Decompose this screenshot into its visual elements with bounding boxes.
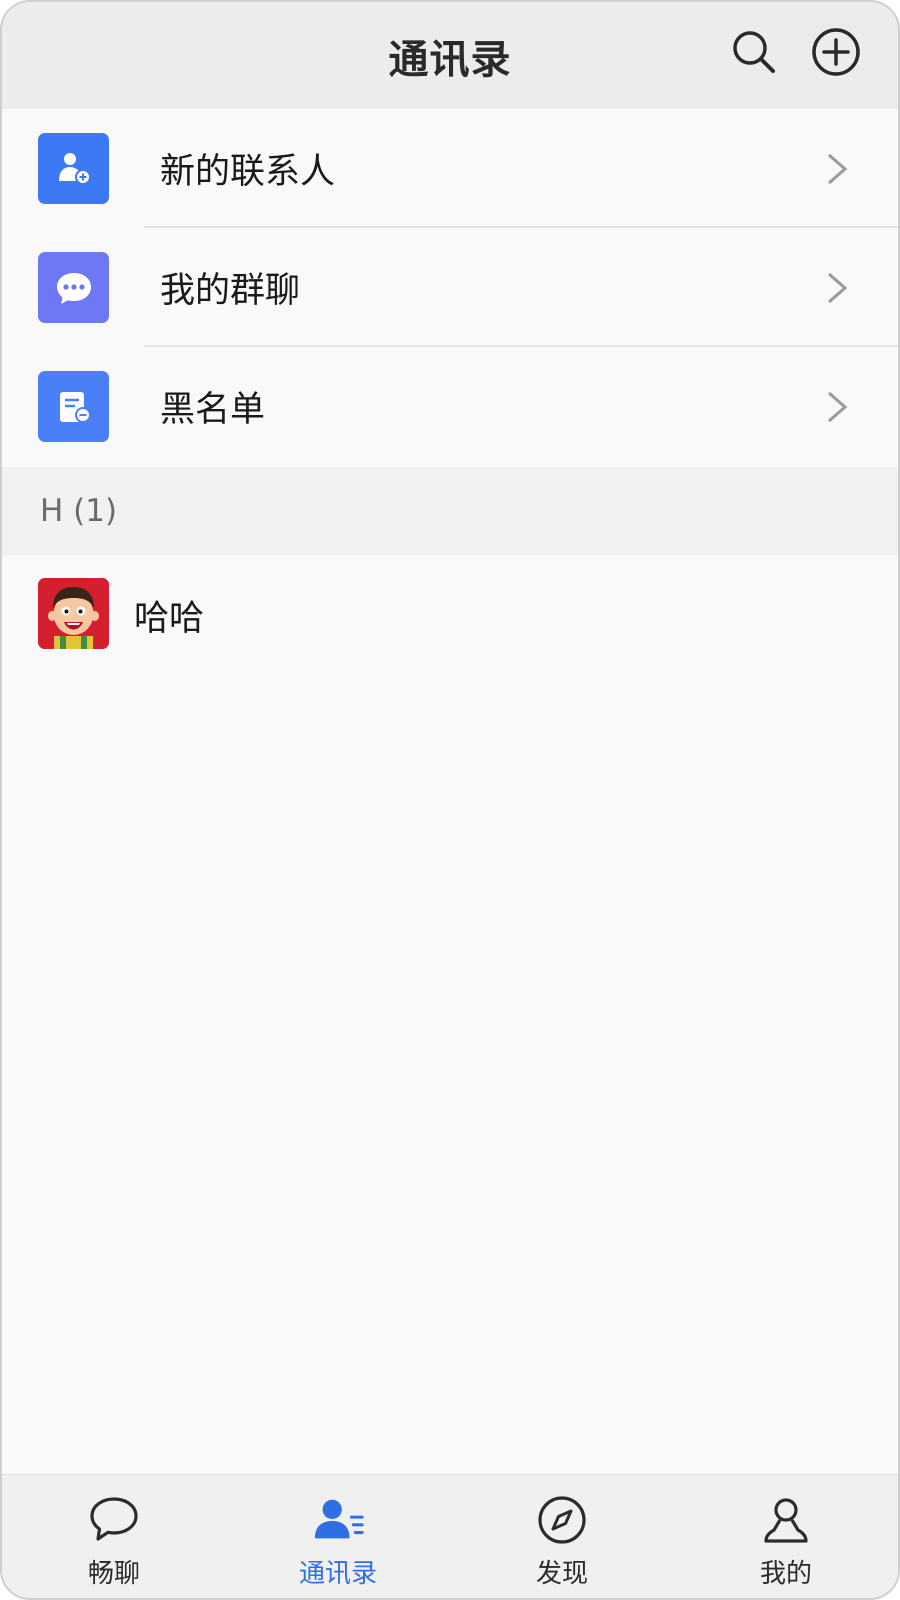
- top-bar: 通讯录: [2, 2, 898, 109]
- contact-name: 哈哈: [134, 598, 205, 639]
- contacts-icon: [311, 1493, 365, 1547]
- tab-contacts[interactable]: 通讯录: [226, 1475, 450, 1598]
- contact-menu: 新的联系人 我的群聊 黑名单: [2, 109, 898, 466]
- chat-bubble-icon: [38, 252, 109, 323]
- tab-label: 发现: [535, 1559, 588, 1589]
- search-icon: [731, 29, 777, 79]
- avatar: [38, 578, 109, 649]
- tab-label: 畅聊: [87, 1559, 140, 1589]
- search-button[interactable]: [728, 28, 780, 80]
- chevron-right-icon: [828, 391, 848, 422]
- tab-chat[interactable]: 畅聊: [2, 1475, 226, 1598]
- menu-item-my-groups[interactable]: 我的群聊: [2, 228, 898, 347]
- chevron-right-icon: [828, 272, 848, 303]
- tab-label: 我的: [759, 1559, 812, 1589]
- tab-discover[interactable]: 发现: [450, 1475, 674, 1598]
- app-screen: 通讯录 新的联系人 我的群聊 黑名单 H (1) 哈哈 畅聊 通讯录 发现 我的: [0, 0, 900, 1600]
- section-header-h: H (1): [2, 467, 898, 555]
- chat-icon: [87, 1493, 141, 1547]
- user-icon: [759, 1493, 813, 1547]
- menu-item-label: 我的群聊: [160, 271, 301, 311]
- menu-item-label: 新的联系人: [160, 152, 336, 192]
- page-title: 通讯录: [388, 36, 512, 83]
- chevron-right-icon: [828, 153, 848, 184]
- blacklist-icon: [38, 371, 109, 442]
- menu-item-new-contacts[interactable]: 新的联系人: [2, 109, 898, 228]
- tab-label: 通讯录: [298, 1559, 377, 1589]
- bottom-tab-bar: 畅聊 通讯录 发现 我的: [2, 1474, 898, 1598]
- section-label: H (1): [40, 493, 118, 529]
- menu-item-label: 黑名单: [160, 390, 266, 430]
- header-actions: [728, 28, 862, 80]
- tab-me[interactable]: 我的: [674, 1475, 898, 1598]
- add-button[interactable]: [810, 28, 862, 80]
- menu-item-blacklist[interactable]: 黑名单: [2, 347, 898, 466]
- compass-icon: [535, 1493, 589, 1547]
- plus-circle-icon: [811, 27, 861, 81]
- add-contact-icon: [38, 133, 109, 204]
- contact-row[interactable]: 哈哈: [2, 555, 898, 675]
